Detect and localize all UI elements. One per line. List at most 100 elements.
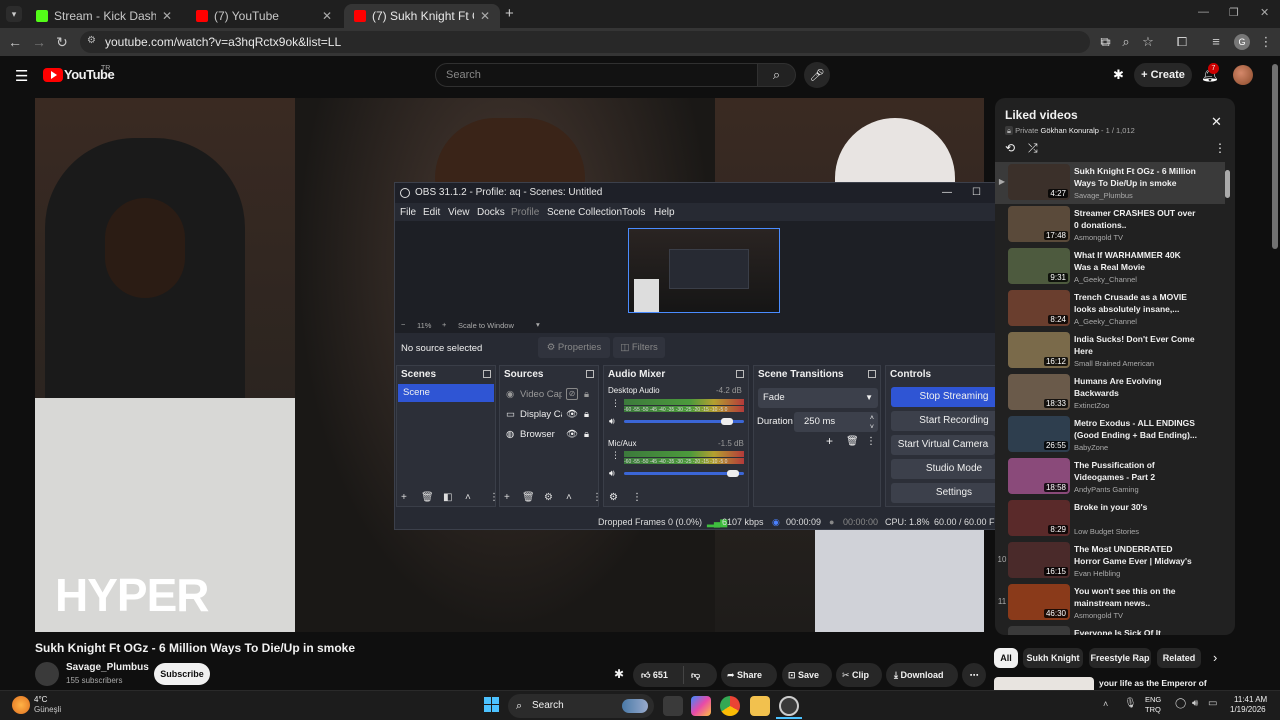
weather-location[interactable]: Güneşli [34,705,61,714]
zoom-in-button[interactable]: + [442,320,446,329]
video-thumbnail[interactable]: 26:55 [1008,416,1070,452]
remove-scene-icon[interactable]: 🗑︎ [421,492,434,503]
playlist-item[interactable]: 18:58 The Pussification of Videogames - P… [995,456,1225,498]
playlist-item[interactable]: 10 16:15 The Most UNDERRATED Horror Game E… [995,540,1225,582]
close-icon[interactable]: ✕ [1211,114,1222,130]
start-virtual-camera-button[interactable]: Start Virtual Camera [891,435,995,455]
lock-icon[interactable]: 🔒︎ [584,409,589,420]
video-title[interactable]: Streamer CRASHES OUT over 0 donations.. [1074,207,1199,231]
video-title[interactable]: Humans Are Evolving Backwards [1074,375,1199,399]
channel-name[interactable]: Savage_Plumbus [66,662,149,673]
scale-mode-select[interactable]: Scale to Window [458,321,514,330]
subscribe-button[interactable]: Subscribe [154,663,210,685]
filters-button[interactable]: ◫ Filters [613,337,665,358]
forward-button[interactable]: → [30,33,48,51]
tab-current-video[interactable]: (7) Sukh Knight Ft OGz - 6 Million Ways … [344,4,500,28]
lock-icon[interactable]: 🔒︎ [584,389,589,400]
properties-button[interactable]: ⚙ Properties [538,337,610,358]
new-tab-button[interactable]: + [505,6,519,22]
menu-docks[interactable]: Docks [477,207,505,218]
close-icon[interactable]: ✕ [480,9,490,23]
create-button[interactable]: + Create [1134,63,1192,87]
next-video-title[interactable]: your life as the Emperor of [1099,678,1207,688]
video-title[interactable]: The Most UNDERRATED Horror Game Ever | M… [1074,543,1199,567]
playlist-item[interactable]: 18:33 Humans Are Evolving Backwards Extinc… [995,372,1225,414]
tab-search-icon[interactable]: ▾ [6,6,22,22]
menu-scene-collection[interactable]: Scene Collection [547,207,622,218]
search-input[interactable]: Search [435,63,758,87]
taskbar-search[interactable]: ⌕ Search [508,694,654,718]
install-app-icon[interactable]: ⧉ [1097,34,1113,50]
playlist-title[interactable]: Liked videos [1005,108,1078,122]
source-item[interactable]: ◍ Browser 👁︎ 🔒︎ [500,426,598,444]
weather-icon[interactable] [12,696,30,714]
save-button[interactable]: ⊡ Save [782,663,832,687]
more-actions-button[interactable]: ⋯ [962,663,986,687]
scene-filters-icon[interactable]: ◧ [443,492,452,503]
file-explorer-icon[interactable] [750,696,770,716]
scene-item[interactable]: Scene [398,384,494,402]
menu-profile[interactable]: Profile [511,207,539,218]
video-title[interactable]: Trench Crusade as a MOVIE looks absolute… [1074,291,1199,315]
obs-window[interactable]: OBS 31.1.2 - Profile: aq - Scenes: Untit… [394,182,1022,530]
task-view-icon[interactable] [663,696,683,716]
search-button[interactable]: ⌕ [758,63,796,87]
mixer-settings-icon[interactable]: ⚙ [609,492,618,503]
chrome-icon[interactable] [720,696,740,716]
chevron-up-icon[interactable]: ˄ [1103,699,1108,709]
channel-name[interactable]: A_Geeky_Channel [1074,317,1137,326]
channel-avatar[interactable] [35,662,59,686]
chip-freestyle-rap[interactable]: Freestyle Rap [1089,648,1151,668]
undock-icon[interactable] [483,370,491,378]
playlist-item[interactable]: ▶ 4:27 Sukh Knight Ft OGz - 6 Million Ways… [995,162,1225,204]
more-icon[interactable]: ⋮ [611,450,620,461]
tab-kick-dashboard[interactable]: Stream - Kick Dashboard ✕ [26,4,182,28]
duration-spinbox[interactable]: 250 ms ˄ ˅ [794,412,878,432]
video-title[interactable]: What If WARHAMMER 40K Was a Real Movie (… [1074,249,1199,273]
more-icon[interactable]: ⋮ [1214,141,1226,155]
copilot-icon[interactable] [691,696,711,716]
channel-name[interactable]: Evan Helbling [1074,569,1120,578]
more-icon[interactable]: ⋮ [489,492,499,503]
video-title[interactable]: Sukh Knight Ft OGz - 6 Million Ways To D… [1074,165,1199,189]
chip-sukh-knight[interactable]: Sukh Knight [1023,648,1083,668]
more-icon[interactable]: ⋮ [632,492,642,503]
playlist-item[interactable]: Everyone Is Sick Of It [995,624,1225,635]
volume-icon[interactable]: 🔊︎ [609,468,615,479]
chevron-right-icon[interactable]: › [1213,650,1217,665]
video-thumbnail[interactable] [1008,626,1070,635]
playlist-owner[interactable]: Gökhan Konuralp [1041,126,1099,135]
chevron-down-icon[interactable]: ▾ [536,320,540,329]
lock-icon[interactable]: 🔒︎ [584,429,589,440]
video-thumbnail[interactable]: 16:12 [1008,332,1070,368]
playlist-item[interactable]: 9:31 What If WARHAMMER 40K Was a Real Mov… [995,246,1225,288]
menu-tools[interactable]: Tools [622,207,645,218]
close-icon[interactable]: ✕ [322,9,332,23]
video-thumbnail[interactable]: 8:24 [1008,290,1070,326]
video-title[interactable]: The Pussification of Videogames - Part 2 [1074,459,1199,483]
volume-icon[interactable]: 🔊︎ [609,416,615,427]
move-up-icon[interactable]: ˄ [566,492,572,503]
move-up-icon[interactable]: ˄ [465,492,471,503]
youtube-logo-icon[interactable] [43,68,63,82]
more-icon[interactable]: ⋮ [592,492,602,503]
media-controls-icon[interactable]: ≡ [1208,34,1224,50]
ai-summary-icon[interactable]: ✱ [614,667,624,681]
chip-all[interactable]: All [994,648,1018,668]
playlist-item[interactable]: 8:29 Broke in your 30's Low Budget Stories [995,498,1225,540]
chip-related[interactable]: Related [1157,648,1201,668]
transition-select[interactable]: Fade ▼ [758,388,878,408]
scrollbar-thumb[interactable] [1225,170,1230,198]
source-item[interactable]: ◉ Video Cap ⊘ 🔒︎ [500,386,598,404]
eye-icon[interactable]: 👁︎ [566,409,578,420]
share-button[interactable]: ➦ Share [721,663,777,687]
video-title[interactable]: Broke in your 30's [1074,501,1199,513]
eye-icon[interactable]: 👁︎ [566,429,578,440]
microphone-icon[interactable]: 🎙︎ [1124,698,1137,709]
keyboard-layout[interactable]: TRQ [1145,705,1161,714]
source-item[interactable]: ▭ Display Ca 👁︎ 🔒︎ [500,406,598,424]
page-scrollbar-thumb[interactable] [1272,64,1278,249]
menu-file[interactable]: File [400,207,416,218]
video-thumbnail[interactable]: 18:33 [1008,374,1070,410]
menu-help[interactable]: Help [654,207,675,218]
